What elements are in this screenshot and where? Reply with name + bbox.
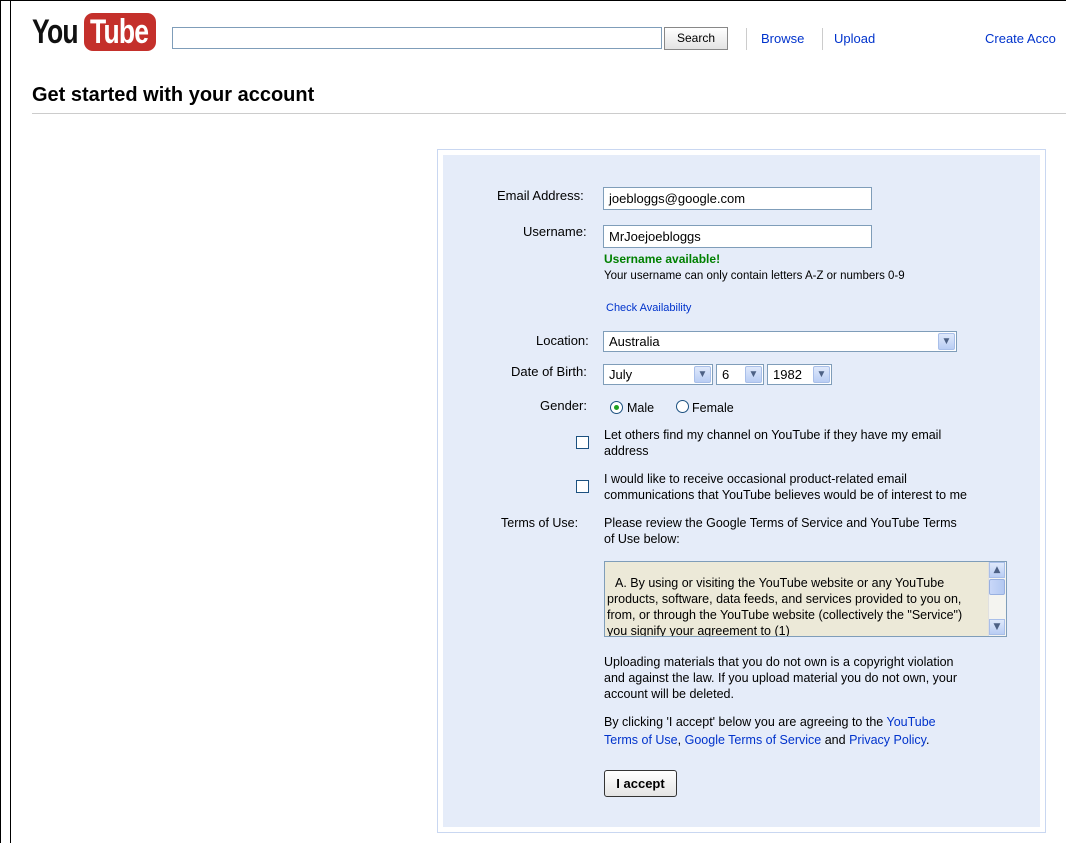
agree-comma: , [677,733,682,747]
copyright-line2: and against the law. If you upload mater… [604,671,958,685]
logo-tube-badge: Tube [84,13,156,51]
page-title: Get started with your account [32,84,315,106]
google-terms-link[interactable]: Google Terms of Service [685,733,822,747]
gender-male-label[interactable]: Male [627,401,654,415]
chevron-down-icon[interactable]: ▼ [745,366,762,383]
dob-month-select[interactable]: July ▼ [603,364,713,385]
location-label: Location: [536,333,589,348]
privacy-policy-link[interactable]: Privacy Policy [849,733,926,747]
username-status: Username available! [604,252,721,266]
search-button[interactable]: Search [664,27,728,50]
create-account-link[interactable]: Create Acco [985,31,1056,46]
copyright-line3: account will be deleted. [604,687,734,701]
dob-year-value: 1982 [773,367,802,382]
gender-male-radio[interactable] [610,401,623,414]
chevron-down-icon[interactable]: ▼ [938,333,955,350]
dob-label: Date of Birth: [511,364,587,379]
gender-female-label[interactable]: Female [692,401,734,415]
upload-link[interactable]: Upload [834,31,875,46]
dob-day-select[interactable]: 6 ▼ [716,364,764,385]
email-optin-label-line1: I would like to receive occasional produ… [604,472,907,486]
youtube-terms-link-part1[interactable]: YouTube [887,715,936,729]
copyright-line1: Uploading materials that you do not own … [604,655,954,669]
terms-textarea[interactable]: A. By using or visiting the YouTube webs… [604,561,1007,637]
username-hint: Your username can only contain letters A… [604,270,905,282]
dob-year-select[interactable]: 1982 ▼ [767,364,832,385]
logo-you-text: You [32,12,79,51]
email-label: Email Address: [497,188,584,203]
terms-text: A. By using or visiting the YouTube webs… [607,576,963,637]
find-channel-label-line2: address [604,444,649,458]
agree-line2: Terms of Use, Google Terms of Service an… [604,733,929,747]
agree-line1: By clicking 'I accept' below you are agr… [604,715,936,729]
header-separator [822,28,823,50]
gender-female-radio[interactable] [676,400,689,413]
location-select[interactable]: Australia ▼ [603,331,957,352]
terms-intro-line1: Please review the Google Terms of Servic… [604,516,957,530]
browse-link[interactable]: Browse [761,31,804,46]
left-border [10,0,11,843]
terms-label: Terms of Use: [501,516,579,530]
location-value: Australia [609,334,660,349]
agree-and: and [824,733,846,747]
dob-month-value: July [609,367,633,382]
agree-period: . [925,733,930,747]
find-channel-label-line1: Let others find my channel on YouTube if… [604,428,942,442]
title-divider [32,113,1066,114]
username-label: Username: [523,224,587,239]
email-optin-checkbox[interactable] [576,480,589,493]
username-field[interactable]: MrJoejoebloggs [603,225,872,248]
dob-day-value: 6 [722,367,730,382]
terms-intro-line2: of Use below: [604,532,680,546]
youtube-logo[interactable]: You Tube [32,10,156,54]
accept-button[interactable]: I accept [604,770,677,797]
find-channel-checkbox[interactable] [576,436,589,449]
logo-tube-text: Tube [90,12,149,51]
chevron-down-icon[interactable]: ▼ [813,366,830,383]
agree-prefix: By clicking 'I accept' below you are agr… [604,715,884,729]
gender-label: Gender: [540,398,587,413]
youtube-terms-link-part2[interactable]: Terms of Use [604,733,678,747]
search-input[interactable] [172,27,662,49]
header-separator [746,28,747,50]
email-optin-label-line2: communications that YouTube believes wou… [604,488,967,502]
scroll-down-icon[interactable]: ▼ [989,619,1005,635]
terms-scrollbar[interactable]: ▲ ▼ [988,562,1006,636]
check-availability-link[interactable]: Check Availability [606,302,691,314]
chevron-down-icon[interactable]: ▼ [694,366,711,383]
scroll-up-icon[interactable]: ▲ [989,562,1005,578]
email-field[interactable]: joebloggs@google.com [603,187,872,210]
scroll-thumb[interactable] [989,579,1005,595]
